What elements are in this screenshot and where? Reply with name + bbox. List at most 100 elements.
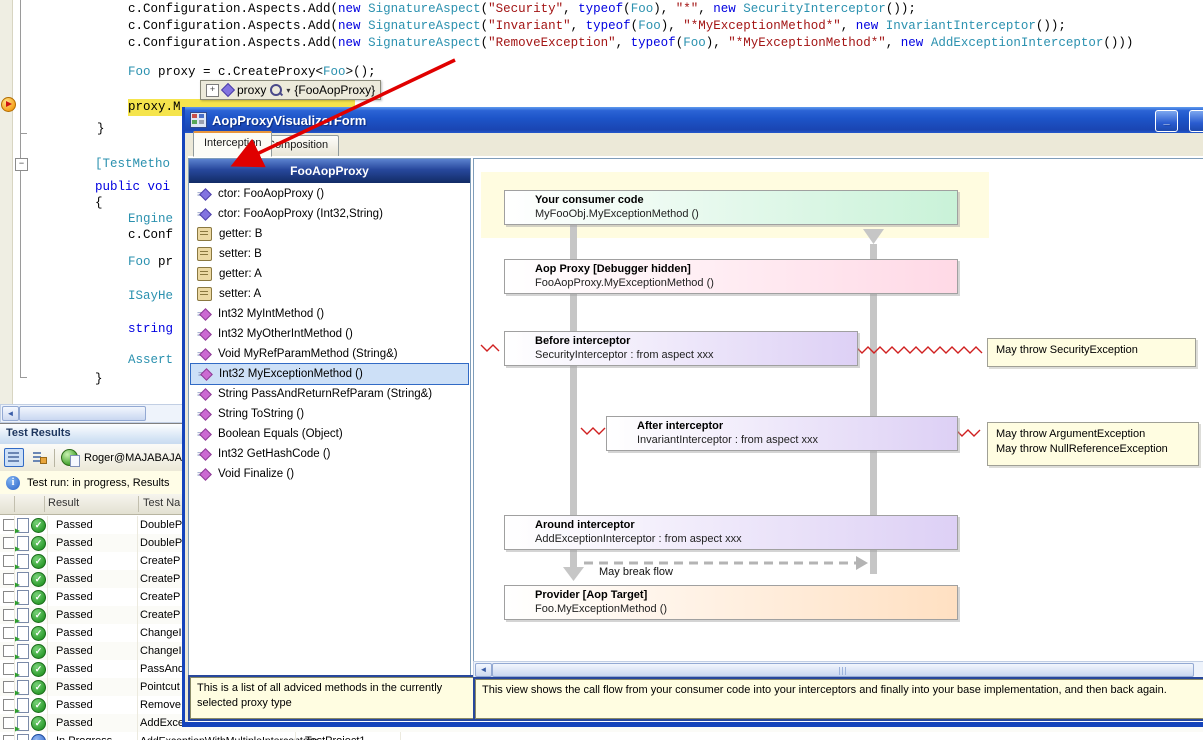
method-icon: ≡ <box>197 348 211 360</box>
test-detail-icon[interactable] <box>17 554 29 569</box>
code-fragment-1: [TestMetho <box>95 156 170 173</box>
test-name-cell: ChangeI <box>140 627 182 639</box>
box-subtitle: SecurityInterceptor : from aspect xxx <box>535 349 714 361</box>
method-icon: ≡ <box>197 328 211 340</box>
debugger-datatip[interactable]: + proxy ▾ {FooAopProxy} <box>200 80 381 100</box>
list-item-1[interactable]: ≡ctor: FooAopProxy (Int32,String) <box>190 204 469 224</box>
test-detail-icon[interactable] <box>17 572 29 587</box>
magnifier-icon[interactable] <box>270 84 282 96</box>
test-name-cell: CreateP <box>140 591 180 603</box>
scroll-thumb[interactable] <box>19 406 146 421</box>
test-detail-icon[interactable] <box>17 644 29 659</box>
test-run-user[interactable]: Roger@MAJABAJA <box>84 452 182 464</box>
box-title: Before interceptor <box>535 335 630 347</box>
method-icon: ≡ <box>197 308 211 320</box>
list-item-2[interactable]: getter: B <box>190 224 469 244</box>
test-detail-icon[interactable] <box>17 662 29 677</box>
scroll-left-button[interactable]: ◄ <box>475 663 492 677</box>
window-titlebar[interactable]: AopProxyVisualizerForm _ <box>185 107 1203 133</box>
box-title: Your consumer code <box>535 194 644 206</box>
property-icon <box>197 227 212 241</box>
code-fragment-3: { <box>95 195 103 212</box>
test-detail-icon[interactable] <box>17 536 29 551</box>
exception-note-1: May throw ArgumentExceptionMay throw Nul… <box>987 422 1199 466</box>
list-item-14[interactable]: ≡Void Finalize () <box>190 464 469 484</box>
method-icon: ≡ <box>197 448 211 460</box>
list-description-note: This is a list of all adviced methods in… <box>190 677 475 719</box>
editor-indicator-margin <box>0 0 13 421</box>
code-fragment-4: Engine <box>128 211 173 228</box>
property-icon <box>197 247 212 261</box>
list-item-12[interactable]: ≡Boolean Equals (Object) <box>190 424 469 444</box>
test-name-cell: CreateP <box>140 555 180 567</box>
screenshot-root: − c.Configuration.Aspects.Add(new Signat… <box>0 0 1203 740</box>
up-arrowhead <box>863 229 884 244</box>
result-cell: Passed <box>56 573 93 585</box>
test-detail-icon[interactable] <box>17 680 29 695</box>
list-item-selected[interactable]: ≡Int32 MyExceptionMethod () <box>190 363 469 385</box>
result-cell: Passed <box>56 591 93 603</box>
highlighted-statement-text: proxy.M <box>128 99 181 116</box>
current-statement-icon <box>1 97 16 112</box>
list-item-5[interactable]: setter: A <box>190 284 469 304</box>
test-detail-icon[interactable] <box>17 608 29 623</box>
group-by-icon[interactable] <box>4 448 24 467</box>
list-item-13[interactable]: ≡Int32 GetHashCode () <box>190 444 469 464</box>
test-name-cell: Remove <box>140 699 181 711</box>
test-detail-icon[interactable] <box>17 698 29 713</box>
list-item-8[interactable]: ≡Void MyRefParamMethod (String&) <box>190 344 469 364</box>
list-item-10[interactable]: ≡String PassAndReturnRefParam (String&) <box>190 384 469 404</box>
result-cell: Passed <box>56 699 93 711</box>
exception-note-0: May throw SecurityException <box>987 338 1196 367</box>
result-cell: Passed <box>56 663 93 675</box>
list-item-4[interactable]: getter: A <box>190 264 469 284</box>
visualizer-dropdown-icon[interactable]: ▾ <box>286 86 290 95</box>
break-flow-arrowhead <box>856 556 868 570</box>
test-name-cell: AddExceptionWithMultipleInterceptors <box>140 735 317 740</box>
after-interceptor-box: After interceptorInvariantInterceptor : … <box>606 416 958 451</box>
test-detail-icon[interactable] <box>17 518 29 533</box>
editor-hscrollbar[interactable]: ◄ <box>0 404 193 423</box>
aop-proxy-box: Aop Proxy [Debugger hidden]FooAopProxy.M… <box>504 259 958 294</box>
call-flow-diagram: Your consumer codeMyFooObj.MyExceptionMe… <box>473 158 1203 662</box>
code-fragment-9: Assert <box>128 352 173 369</box>
code-line-1: c.Configuration.Aspects.Add(new Signatur… <box>128 18 1066 35</box>
test-detail-icon[interactable] <box>17 626 29 641</box>
filter-list-icon[interactable] <box>30 449 48 466</box>
code-line-2: c.Configuration.Aspects.Add(new Signatur… <box>128 35 1133 52</box>
tab-interception[interactable]: Interception <box>193 131 272 157</box>
list-item-0[interactable]: ≡ctor: FooAopProxy () <box>190 184 469 204</box>
scroll-thumb[interactable] <box>492 663 1194 677</box>
test-name-cell: PassAnd <box>140 663 184 675</box>
expand-icon[interactable]: + <box>206 84 219 97</box>
around-interceptor-box: Around interceptorAddExceptionIntercepto… <box>504 515 958 550</box>
maximize-button[interactable] <box>1189 110 1203 132</box>
property-icon <box>197 267 212 281</box>
box-title: Aop Proxy [Debugger hidden] <box>535 263 691 275</box>
box-title: Provider [Aop Target] <box>535 589 647 601</box>
test-row-12[interactable]: In ProgressAddExceptionWithMultipleInter… <box>0 732 1203 740</box>
in-progress-icon <box>31 734 46 740</box>
passed-icon <box>31 698 46 713</box>
result-cell: Passed <box>56 645 93 657</box>
code-fragment-8: string <box>128 321 173 338</box>
test-run-icon[interactable] <box>61 449 78 466</box>
list-item-6[interactable]: ≡Int32 MyIntMethod () <box>190 304 469 324</box>
consumer-box: Your consumer codeMyFooObj.MyExceptionMe… <box>504 190 958 225</box>
scroll-left-button[interactable]: ◄ <box>2 406 19 421</box>
diagram-hscrollbar[interactable]: ◄ <box>473 661 1203 679</box>
test-name-cell: CreateP <box>140 573 180 585</box>
passed-icon <box>31 644 46 659</box>
column-test-name[interactable]: Test Na <box>143 497 180 509</box>
list-item-7[interactable]: ≡Int32 MyOtherIntMethod () <box>190 324 469 344</box>
test-detail-icon[interactable] <box>17 590 29 605</box>
minimize-button[interactable]: _ <box>1155 110 1178 132</box>
collapse-toggle-icon[interactable]: − <box>15 158 28 171</box>
list-item-3[interactable]: setter: B <box>190 244 469 264</box>
list-item-11[interactable]: ≡String ToString () <box>190 404 469 424</box>
passed-icon <box>31 716 46 731</box>
column-result[interactable]: Result <box>48 497 79 509</box>
passed-icon <box>31 680 46 695</box>
test-detail-icon[interactable] <box>17 734 29 740</box>
test-detail-icon[interactable] <box>17 716 29 731</box>
